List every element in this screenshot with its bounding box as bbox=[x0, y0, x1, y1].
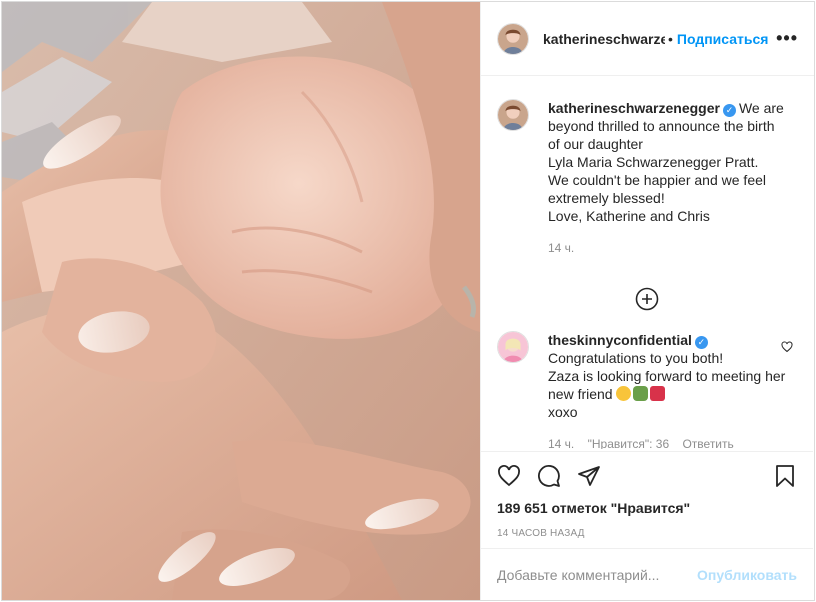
comment-item: theskinnyconfidential ✓ Congratulations t… bbox=[497, 331, 797, 449]
heart-icon[interactable] bbox=[497, 464, 521, 488]
share-icon[interactable] bbox=[577, 464, 601, 488]
comment-line-3: xoxo bbox=[548, 404, 578, 420]
comment-icon[interactable] bbox=[537, 464, 561, 488]
comment-meta: 14 ч. "Нравится": 36 Ответить bbox=[548, 435, 788, 449]
reply-button[interactable]: Ответить bbox=[682, 437, 733, 449]
heart-bandage-emoji bbox=[650, 386, 666, 401]
post-photo[interactable] bbox=[2, 2, 480, 600]
comment-line-1: Congratulations to you both! bbox=[548, 350, 724, 366]
comment-body: theskinnyconfidential ✓ Congratulations t… bbox=[548, 331, 788, 449]
caption-line-2: Lyla Maria Schwarzenegger Pratt. bbox=[548, 154, 759, 170]
woman-gesture-emoji bbox=[633, 386, 649, 401]
star-eyes-emoji bbox=[616, 386, 632, 401]
more-icon[interactable]: ••• bbox=[776, 28, 798, 49]
comment-like-icon[interactable] bbox=[781, 341, 793, 353]
commenter-avatar[interactable] bbox=[497, 331, 529, 363]
caption-time[interactable]: 14 ч. bbox=[548, 241, 574, 255]
post-header: katherineschwarzenegger • Подписаться ••… bbox=[481, 2, 814, 76]
comment-likes[interactable]: "Нравится": 36 bbox=[588, 437, 670, 449]
load-more-icon[interactable] bbox=[635, 287, 659, 311]
publish-button[interactable]: Опубликовать bbox=[697, 567, 797, 583]
comment-line-2: Zaza is looking forward to meeting her n… bbox=[548, 368, 786, 402]
post-actions: 189 651 отметок "Нравится" 14 часов наза… bbox=[481, 451, 813, 547]
likes-count[interactable]: 189 651 отметок "Нравится" bbox=[497, 500, 797, 516]
verified-icon: ✓ bbox=[694, 336, 708, 349]
comment-input[interactable] bbox=[497, 566, 698, 583]
caption-username[interactable]: katherineschwarzenegger bbox=[548, 100, 720, 116]
caption: katherineschwarzenegger ✓ We are beyond th… bbox=[497, 99, 797, 257]
comments-list[interactable]: katherineschwarzenegger ✓ We are beyond th… bbox=[481, 77, 813, 449]
comment-time[interactable]: 14 ч. bbox=[548, 437, 574, 449]
caption-meta: 14 ч. bbox=[548, 239, 788, 257]
post-side-panel: katherineschwarzenegger • Подписаться ••… bbox=[480, 2, 814, 600]
add-comment-bar: Опубликовать bbox=[481, 548, 813, 600]
comment-username[interactable]: theskinnyconfidential bbox=[548, 332, 692, 348]
caption-line-4: Love, Katherine and Chris bbox=[548, 208, 710, 224]
author-avatar[interactable] bbox=[497, 22, 529, 55]
post-time[interactable]: 14 часов назад bbox=[497, 528, 797, 539]
verified-icon: ✓ bbox=[722, 104, 736, 117]
caption-line-3: We couldn't be happier and we feel extre… bbox=[548, 172, 767, 206]
action-icons bbox=[497, 452, 797, 496]
instagram-post: katherineschwarzenegger • Подписаться ••… bbox=[1, 1, 815, 601]
separator-dot: • bbox=[668, 30, 673, 47]
author-username[interactable]: katherineschwarzenegger bbox=[543, 31, 665, 47]
follow-button[interactable]: Подписаться bbox=[677, 31, 769, 47]
caption-body: katherineschwarzenegger ✓ We are beyond th… bbox=[548, 99, 788, 257]
caption-avatar[interactable] bbox=[497, 99, 529, 131]
bookmark-icon[interactable] bbox=[773, 464, 797, 488]
